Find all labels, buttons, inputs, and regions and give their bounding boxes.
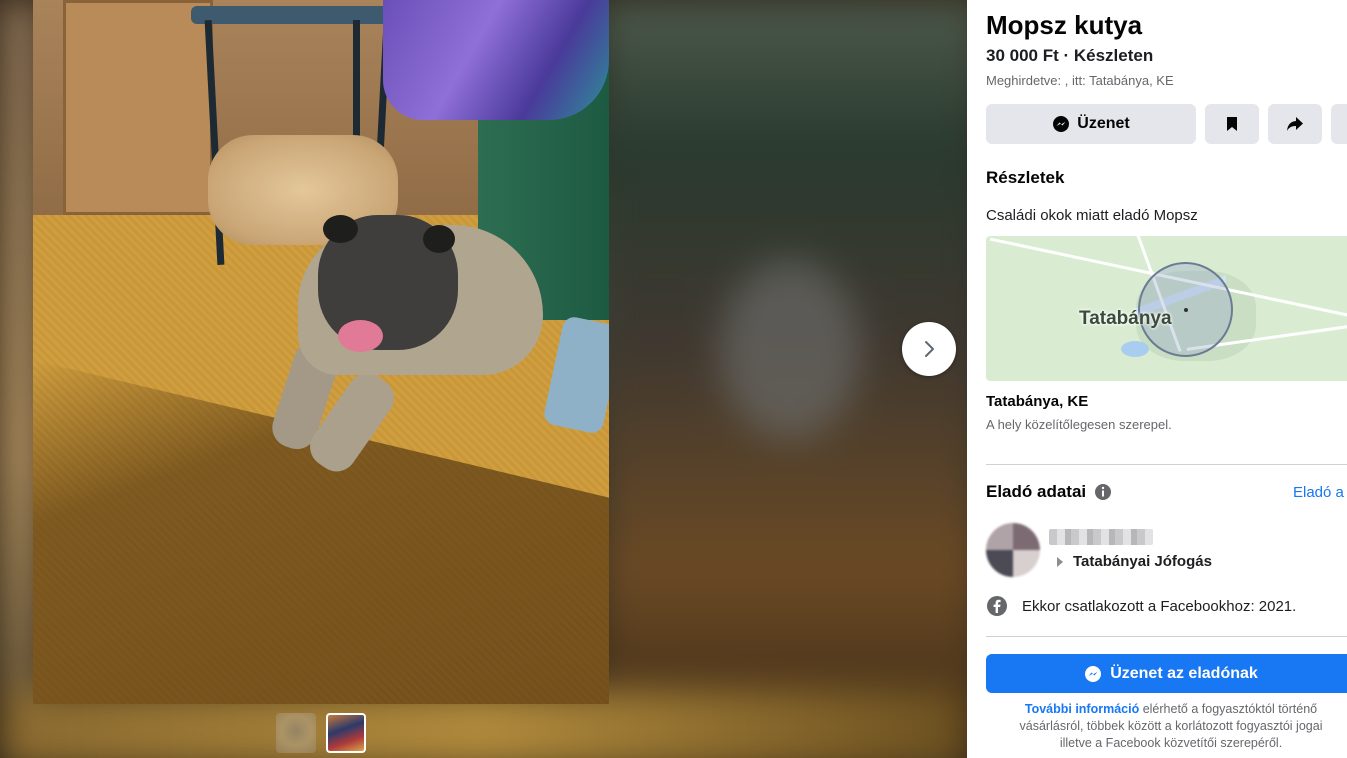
seller-joined-text: Ekkor csatlakozott a Facebookhoz: 2021.	[1022, 597, 1297, 615]
legal-text-3: illetve a Facebook közvetítői szerepéről…	[1059, 736, 1283, 750]
messenger-icon	[1085, 665, 1102, 682]
legal-notice: További információ elérhető a fogyasztók…	[986, 701, 1347, 752]
photo-viewer	[0, 0, 967, 758]
seller-heading-row: Eladó adatai	[986, 482, 1112, 502]
posted-info: Meghirdetve: , itt: Tatabánya, KE	[986, 73, 1174, 88]
divider	[986, 636, 1347, 637]
seller-name-redacted[interactable]	[1049, 529, 1153, 545]
listing-title: Mopsz kutya	[986, 10, 1143, 40]
triangle-right-icon	[1057, 556, 1063, 567]
facebook-icon	[987, 596, 1007, 616]
seller-group-name: Tatabányai Jófogás	[1073, 553, 1212, 570]
share-button[interactable]	[1268, 104, 1322, 144]
location-name: Tatabánya, KE	[986, 393, 1089, 410]
message-button[interactable]: Üzenet	[986, 104, 1196, 144]
chevron-right-icon	[925, 341, 934, 357]
thumbnail-1[interactable]	[276, 713, 316, 753]
price-availability: 30 000 Ft · Készleten	[986, 46, 1154, 65]
photo-thumbnails	[276, 713, 366, 753]
message-seller-button[interactable]: Üzenet az eladónak	[986, 654, 1347, 693]
details-heading: Részletek	[986, 168, 1065, 187]
save-button[interactable]	[1205, 104, 1259, 144]
info-icon[interactable]	[1094, 483, 1112, 501]
legal-text-1: elérhető a fogyasztóktól történő	[1139, 702, 1318, 716]
location-map[interactable]: Tatabánya	[986, 236, 1347, 381]
thumbnail-2[interactable]	[326, 713, 366, 753]
legal-text-2: vásárlásról, többek között a korlátozott…	[1019, 719, 1323, 733]
message-button-label: Üzenet	[1077, 115, 1130, 132]
divider	[986, 464, 1347, 465]
listing-description: Családi okok miatt eladó Mopsz	[986, 207, 1198, 224]
seller-group-row[interactable]: Tatabányai Jófogás	[1057, 553, 1212, 570]
more-info-link[interactable]: További információ	[1025, 702, 1139, 716]
map-city-label: Tatabánya	[1079, 308, 1172, 329]
listing-sidebar: Mopsz kutya 30 000 Ft · Készleten Meghir…	[967, 0, 1347, 758]
messenger-icon	[1053, 116, 1070, 132]
next-photo-button[interactable]	[902, 322, 956, 376]
more-button[interactable]	[1331, 104, 1347, 144]
share-icon	[1287, 117, 1303, 131]
location-note: A hely közelítőlegesen szerepel.	[986, 417, 1172, 432]
seller-heading: Eladó adatai	[986, 482, 1087, 501]
listing-photo	[33, 0, 609, 704]
message-seller-label: Üzenet az eladónak	[1110, 664, 1258, 682]
seller-avatar[interactable]	[986, 523, 1040, 577]
seller-details-link[interactable]: Eladó a	[1293, 484, 1344, 501]
bookmark-icon	[1227, 117, 1237, 131]
seller-joined-row: Ekkor csatlakozott a Facebookhoz: 2021.	[986, 595, 1296, 617]
